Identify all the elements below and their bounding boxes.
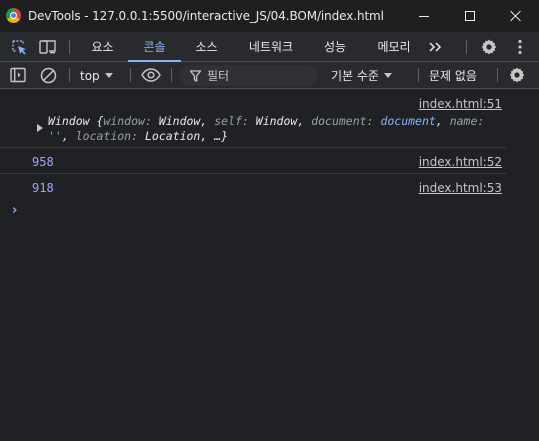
close-icon [510,10,522,22]
prop-value: '' [48,129,62,143]
context-selector[interactable]: top [80,67,113,84]
tab-elements[interactable]: 요소 [80,32,125,61]
toolbar-divider [69,68,70,82]
console-prompt[interactable]: › [12,203,17,218]
toolbar-divider [418,68,419,82]
sidebar-toggle-icon[interactable] [9,66,27,84]
prop-key: window [103,114,145,128]
inspect-element-icon[interactable] [9,37,29,57]
filter-placeholder: 필터 [207,69,230,83]
chrome-icon [6,8,21,23]
prop-key: document [311,114,367,128]
toolbar-divider [130,68,131,82]
source-link[interactable]: index.html:53 [419,181,502,195]
source-link[interactable]: index.html:52 [419,155,502,169]
issues-counter[interactable]: 문제 없음 [429,67,477,84]
log-levels-dropdown[interactable]: 기본 수준 [331,67,392,84]
prop-key: name [449,114,478,128]
settings-gear-icon[interactable] [479,37,499,57]
window-title: DevTools - 127.0.0.1:5500/interactive_JS… [28,9,384,23]
prop-key: location [75,129,132,143]
filter-input[interactable]: 필터 [180,65,318,86]
console-message: 918 index.html:53 [0,175,506,200]
console-settings-gear-icon[interactable] [508,66,526,84]
log-levels-label: 기본 수준 [331,69,379,83]
filter-funnel-icon [190,69,201,82]
console-toolbar: top 필터 기본 수준 문제 없음 [0,62,539,89]
clear-console-icon[interactable] [39,66,57,84]
more-options-icon[interactable] [510,37,530,57]
chevron-down-icon [383,73,392,78]
minimize-icon [419,15,429,17]
object-name: Window [48,114,90,128]
number-output: 918 [32,181,54,195]
object-ellipsis: …} [214,129,229,143]
devtools-tab-bar: 요소 콘솔 소스 네트워크 성능 메모리 [0,32,539,62]
console-message: index.html:51 Window {window: Window, se… [0,89,506,148]
console-output: index.html:51 Window {window: Window, se… [0,89,539,441]
toolbar-divider [497,68,498,82]
more-tabs-icon[interactable] [426,37,446,57]
maximize-icon [465,11,475,21]
toolbar-divider [466,40,467,54]
source-link[interactable]: index.html:51 [419,97,502,111]
console-message: 958 index.html:52 [0,149,506,174]
prop-value: Window [255,114,298,128]
tab-console[interactable]: 콘솔 [128,32,181,62]
device-toggle-icon[interactable] [38,37,58,57]
expand-triangle-icon[interactable] [37,124,43,132]
close-button[interactable] [493,0,539,32]
minimize-button[interactable] [401,0,447,32]
toolbar-divider [69,40,70,54]
prop-value: Window [158,114,201,128]
live-expression-eye-icon[interactable] [140,66,162,84]
prop-key: self [214,114,242,128]
prop-value: Location [144,129,201,143]
tab-network[interactable]: 네트워크 [236,32,306,61]
context-label: top [80,68,100,83]
number-output: 958 [32,155,54,169]
chevron-down-icon [104,73,113,78]
title-bar: DevTools - 127.0.0.1:5500/interactive_JS… [0,0,539,32]
tab-performance[interactable]: 성능 [311,32,359,61]
tab-sources[interactable]: 소스 [184,32,229,61]
maximize-button[interactable] [447,0,493,32]
toolbar-divider [171,68,172,82]
prop-value: document [380,114,436,128]
tab-memory[interactable]: 메모리 [365,32,423,61]
